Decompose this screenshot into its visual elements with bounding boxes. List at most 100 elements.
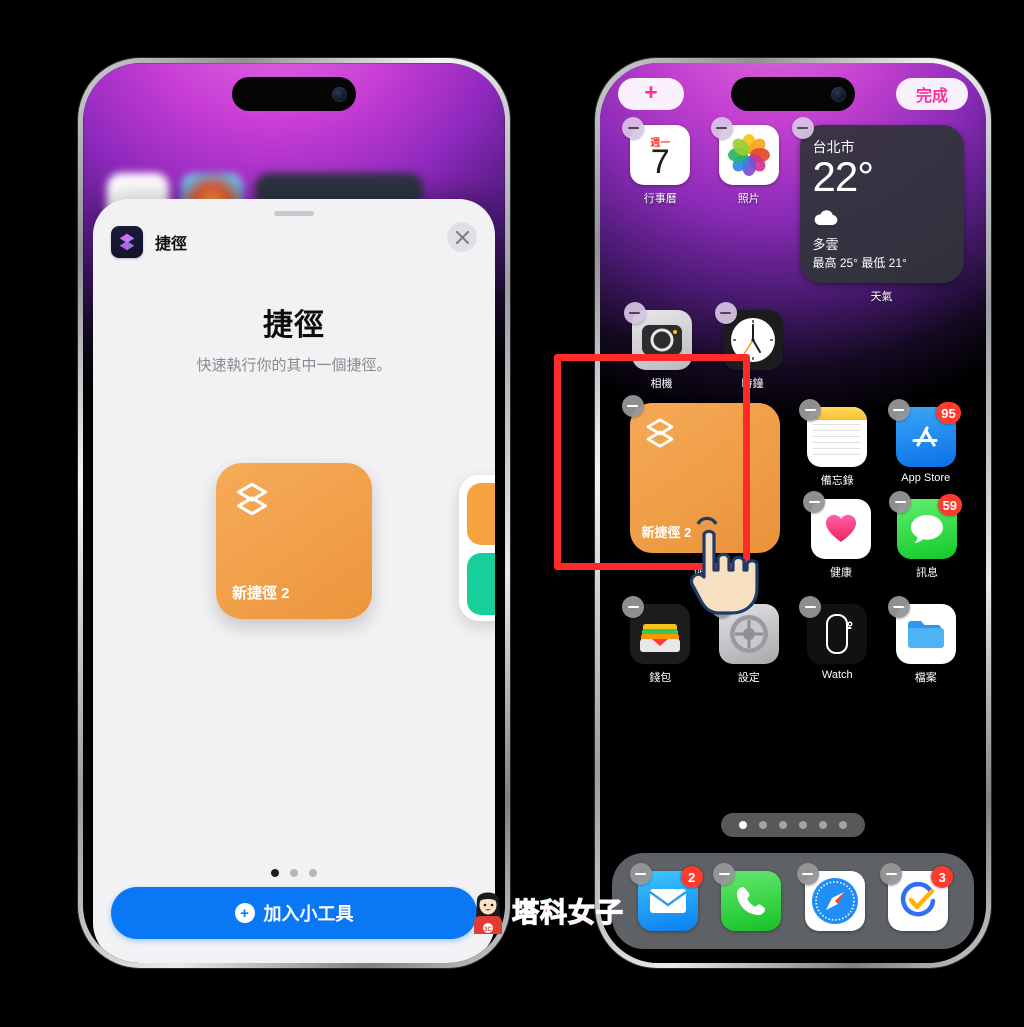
check-circle-glyph — [901, 881, 936, 917]
homescreen-icon-grid: 週一 7 行事曆 照片 台北市 22° 多雲 最高 25° 最低 21° 天氣 … — [600, 117, 986, 691]
app-photos[interactable]: 照片 — [705, 117, 794, 304]
page-dot-6[interactable] — [839, 821, 847, 829]
homescreen-page-dots[interactable] — [721, 813, 865, 837]
remove-badge[interactable] — [791, 117, 814, 139]
remove-badge[interactable] — [621, 395, 644, 417]
handset-glyph — [737, 887, 766, 915]
envelope-glyph — [649, 889, 687, 913]
app-label: 健康 — [830, 567, 852, 579]
avatar-icon: 3C — [474, 892, 502, 934]
peek-tile-teal — [467, 553, 495, 615]
notification-badge: 2 — [680, 866, 703, 888]
weather-temp: 22° — [812, 153, 875, 200]
notes-icon-wrap — [799, 399, 868, 467]
homescreen-row-2: 相機 時鐘 — [616, 302, 970, 391]
dock-app-mail[interactable]: 2 — [629, 863, 703, 931]
dock-app-safari[interactable] — [796, 863, 865, 931]
right-phone-frame: + 完成 週一 7 行事曆 照片 台北市 22° 多雲 最高 25° 最低 21… — [595, 58, 991, 968]
widget-weather[interactable]: 台北市 22° 多雲 最高 25° 最低 21° 天氣 — [791, 117, 970, 304]
widget-preview-carousel[interactable]: 新捷徑 2 — [93, 431, 495, 761]
cloud-icon — [813, 209, 951, 231]
close-glyph — [455, 230, 469, 244]
shortcuts-layers-glyph — [119, 233, 135, 251]
app-label: Watch — [821, 669, 853, 681]
app-health[interactable]: 健康 — [798, 491, 884, 580]
page-dot-5[interactable] — [819, 821, 827, 829]
messages-icon-wrap: 59 — [889, 491, 962, 559]
app-watch[interactable]: Watch — [793, 596, 882, 685]
files-icon-wrap — [887, 596, 956, 664]
remove-badge[interactable] — [889, 491, 911, 513]
done-button[interactable]: 完成 — [896, 78, 968, 110]
add-widget-label: 加入小工具 — [263, 904, 354, 924]
app-label: 設定 — [737, 672, 760, 684]
app-label: 時鐘 — [741, 378, 764, 390]
health-icon-wrap — [803, 491, 871, 559]
notification-badge: 3 — [931, 866, 954, 888]
calendar-icon-wrap: 週一 7 — [622, 117, 691, 185]
app-label: 照片 — [737, 193, 760, 205]
page-dot-1[interactable] — [739, 821, 747, 829]
remove-badge[interactable] — [796, 863, 819, 885]
calendar-day-number: 7 — [650, 143, 670, 182]
homescreen-row-1: 週一 7 行事曆 照片 台北市 22° 多雲 最高 25° 最低 21° 天氣 — [616, 117, 970, 304]
front-camera-icon — [332, 86, 347, 102]
heart-glyph — [825, 514, 857, 542]
watermark: 3C 塔科女子 — [468, 884, 624, 936]
shortcuts-icon — [111, 226, 143, 258]
page-dot-3[interactable] — [779, 821, 787, 829]
right-phone-screen: + 完成 週一 7 行事曆 照片 台北市 22° 多雲 最高 25° 最低 21… — [600, 63, 986, 963]
folder-glyph — [907, 621, 944, 648]
svg-text:3C: 3C — [484, 927, 492, 933]
weather-hi-lo: 最高 25° 最低 21° — [812, 256, 907, 270]
sheet-title: 捷徑 — [263, 309, 325, 342]
sheet-page-dot-2[interactable] — [290, 869, 298, 877]
remove-badge[interactable] — [714, 302, 737, 324]
add-widget-button[interactable]: + 加入小工具 — [111, 887, 477, 939]
add-widget-plus-button[interactable]: + — [618, 78, 684, 110]
sheet-page-dot-3[interactable] — [309, 869, 317, 877]
peek-tile-orange — [467, 483, 495, 545]
app-messages[interactable]: 59 訊息 — [884, 491, 970, 580]
sheet-page-dot-1[interactable] — [271, 869, 279, 877]
photos-flower-glyph — [727, 134, 770, 176]
app-label: 行事曆 — [643, 193, 677, 205]
close-icon[interactable] — [447, 222, 477, 252]
sheet-page-dots[interactable] — [271, 869, 317, 877]
weather-condition: 多雲 — [812, 237, 839, 252]
shortcut-widget-preview[interactable]: 新捷徑 2 — [216, 463, 372, 619]
remove-badge[interactable] — [629, 863, 652, 885]
app-label: 錢包 — [649, 672, 672, 684]
sheet-subtitle: 快速執行你的其中一個捷徑。 — [196, 357, 392, 374]
notification-badge: 95 — [936, 402, 961, 424]
remove-badge[interactable] — [887, 596, 910, 618]
app-calendar[interactable]: 週一 7 行事曆 — [616, 117, 705, 304]
app-camera[interactable]: 相機 — [616, 302, 707, 391]
page-dot-2[interactable] — [759, 821, 767, 829]
dock-app-phone[interactable] — [713, 863, 782, 931]
speech-bubble-glyph — [911, 515, 943, 543]
page-dot-4[interactable] — [799, 821, 807, 829]
remove-badge[interactable] — [710, 117, 733, 139]
homescreen-edit-topbar: + 完成 — [600, 77, 986, 111]
remove-badge[interactable] — [623, 302, 646, 324]
watch-icon-wrap — [799, 596, 868, 664]
shortcuts-layers-icon — [646, 418, 673, 448]
widget-label: 天氣 — [870, 291, 893, 303]
remove-badge[interactable] — [887, 399, 910, 421]
photos-icon-wrap — [710, 117, 779, 185]
weather-widget[interactable]: 台北市 22° 多雲 最高 25° 最低 21° — [799, 125, 964, 283]
next-widget-peek-card[interactable] — [459, 475, 495, 621]
dock: 2 3 — [612, 853, 974, 949]
app-clock[interactable]: 時鐘 — [707, 302, 798, 391]
shortcuts-layers-icon — [237, 482, 267, 516]
shortcut-widget-name: 新捷徑 2 — [232, 585, 290, 602]
remove-badge[interactable] — [803, 491, 825, 513]
cloud-glyph — [814, 210, 837, 225]
sheet-app-name: 捷徑 — [155, 236, 188, 253]
app-files[interactable]: 檔案 — [882, 596, 971, 685]
sheet-header: 捷徑 — [93, 216, 495, 258]
app-label: App Store — [901, 472, 951, 484]
hand-pointer-icon — [668, 512, 764, 629]
dock-app-reminders[interactable]: 3 — [880, 863, 954, 931]
